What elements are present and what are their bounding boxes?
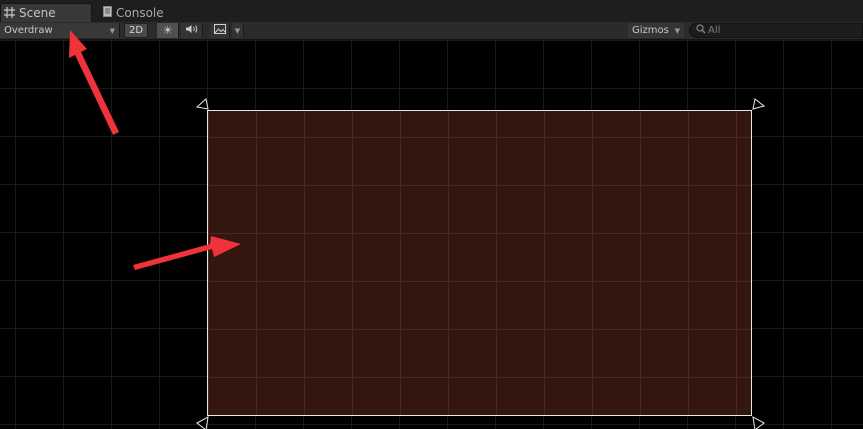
console-icon [103,6,112,19]
corner-handle-bottom-right [752,416,765,429]
hierarchy-search [689,23,863,38]
chevron-down-icon: ▼ [674,26,680,35]
tab-bar: Scene Console [0,0,863,23]
corner-handle-top-right [752,98,766,110]
effects-dropdown-button[interactable]: ▼ [232,23,244,38]
tab-console[interactable]: Console [100,3,180,22]
corner-handle-top-left [195,98,209,110]
tab-scene-label: Scene [19,6,56,20]
chevron-down-icon: ▼ [109,26,115,35]
gizmos-label: Gizmos [632,25,669,36]
gizmos-dropdown[interactable]: Gizmos ▼ [628,23,684,38]
sun-icon: ☀ [162,24,173,37]
effects-toggle-button[interactable] [210,23,230,38]
chevron-down-icon: ▼ [234,26,241,35]
search-input[interactable] [708,25,848,36]
tab-scene[interactable]: Scene [0,3,92,22]
search-icon [696,24,706,37]
tab-console-label: Console [116,5,164,20]
scene-toolbar: Overdraw ▼ 2D ☀ ▼ Gizmos ▼ [0,22,863,40]
draw-mode-label: Overdraw [4,25,53,36]
scene-viewport[interactable] [0,40,863,429]
speaker-icon [185,24,199,37]
audio-toggle-button[interactable] [181,23,203,38]
draw-mode-dropdown[interactable]: Overdraw ▼ [0,23,120,38]
2d-mode-button[interactable]: 2D [124,23,148,38]
scene-grid-icon [4,6,15,20]
image-effects-icon [213,24,226,37]
2d-mode-label: 2D [128,25,144,36]
lighting-toggle-button[interactable]: ☀ [157,23,179,38]
corner-handle-bottom-left [196,416,209,429]
canvas-rect[interactable] [207,110,752,416]
